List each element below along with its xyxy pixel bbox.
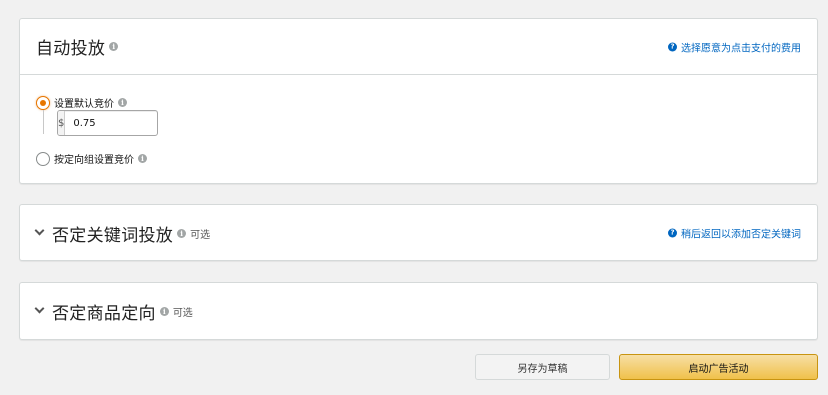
default-bid-label: 设置默认竞价 [54,99,114,110]
save-draft-button[interactable]: 另存为草稿 [475,354,610,380]
negative-keywords-header[interactable]: 否定关键词投放 i 可选 ? 稍后返回以添加否定关键词 [20,205,817,261]
info-icon[interactable]: i [118,98,127,107]
option-connector-line [43,110,44,134]
info-icon[interactable]: i [177,228,187,238]
auto-targeting-panel: 自动投放 i ? 选择愿意为点击支付的费用 设置默认竞价 i $ 按定向组设置竞… [19,18,818,184]
auto-targeting-header: 自动投放 i ? 选择愿意为点击支付的费用 [20,19,817,75]
default-bid-input[interactable] [65,111,157,135]
currency-prefix: $ [58,111,66,135]
auto-targeting-body: 设置默认竞价 i $ 按定向组设置竞价 i [20,75,817,183]
negative-keywords-help-link[interactable]: ? 稍后返回以添加否定关键词 [668,226,801,241]
chevron-down-icon[interactable] [34,225,45,236]
info-icon[interactable]: i [109,42,119,51]
negative-products-panel: 否定商品定向 i 可选 [19,282,818,340]
bid-help-link-label: 选择愿意为点击支付的费用 [681,43,801,54]
help-icon: ? [668,228,677,238]
negative-products-header[interactable]: 否定商品定向 i 可选 [20,283,817,339]
info-icon[interactable]: i [159,306,169,316]
default-bid-option[interactable]: 设置默认竞价 i [36,95,127,110]
auto-targeting-title: 自动投放 [36,39,106,59]
negative-keywords-title: 否定关键词投放 [52,225,174,246]
default-bid-radio[interactable] [36,95,50,110]
help-icon: ? [668,42,677,51]
group-bid-option[interactable]: 按定向组设置竞价 i [36,151,147,166]
launch-campaign-button[interactable]: 启动广告活动 [619,354,818,380]
negative-keywords-help-label: 稍后返回以添加否定关键词 [681,229,801,241]
group-bid-label: 按定向组设置竞价 [54,155,134,166]
negative-products-title: 否定商品定向 [52,303,156,324]
chevron-down-icon[interactable] [34,303,45,314]
bid-help-link[interactable]: ? 选择愿意为点击支付的费用 [668,39,801,54]
info-icon[interactable]: i [138,154,147,163]
optional-label: 可选 [172,307,193,319]
group-bid-radio[interactable] [36,151,50,166]
negative-keywords-panel: 否定关键词投放 i 可选 ? 稍后返回以添加否定关键词 [19,204,818,261]
default-bid-input-group: $ [57,110,158,136]
optional-label: 可选 [190,229,211,241]
